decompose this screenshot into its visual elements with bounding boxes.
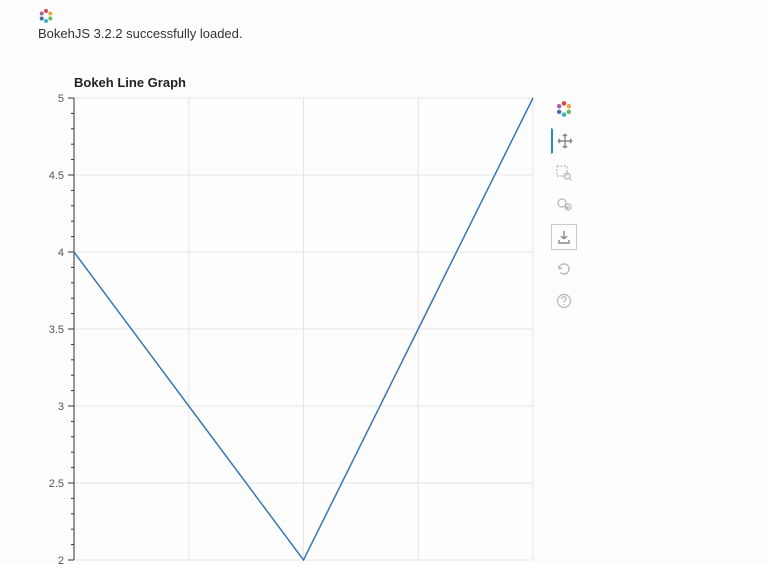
svg-text:2.5: 2.5	[49, 478, 64, 490]
svg-text:2: 2	[58, 555, 64, 564]
help-tool-icon[interactable]	[551, 288, 577, 314]
svg-text:5: 5	[58, 94, 64, 105]
status-text: BokehJS 3.2.2 successfully loaded.	[38, 26, 768, 41]
svg-text:3: 3	[58, 401, 64, 413]
wheel-zoom-tool-icon[interactable]	[551, 192, 577, 218]
chart-title: Bokeh Line Graph	[74, 75, 768, 90]
box-zoom-tool-icon[interactable]	[551, 160, 577, 186]
chart-container: Bokeh Line Graph 2 2.5 3 3.5 4 4.5 5	[38, 75, 768, 564]
notebook-header	[0, 0, 768, 24]
svg-text:4: 4	[58, 247, 64, 259]
bokeh-toolbar	[551, 96, 577, 314]
bokeh-logo-icon[interactable]	[551, 96, 577, 122]
svg-text:4.5: 4.5	[49, 170, 64, 182]
bokeh-logo-icon	[38, 8, 54, 24]
svg-text:3.5: 3.5	[49, 324, 64, 336]
save-tool-icon[interactable]	[551, 224, 577, 250]
reset-tool-icon[interactable]	[551, 256, 577, 282]
pan-tool-icon[interactable]	[551, 128, 577, 154]
plot-area[interactable]: 2 2.5 3 3.5 4 4.5 5	[38, 94, 543, 564]
